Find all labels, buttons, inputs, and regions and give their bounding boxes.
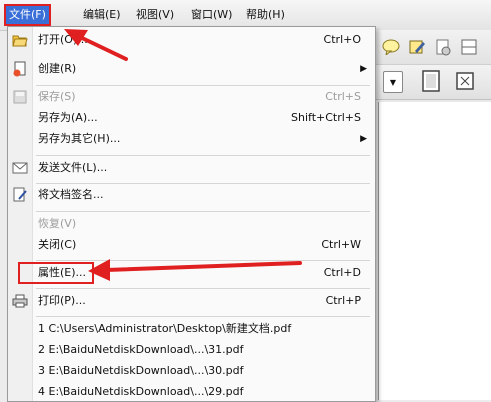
submenu-arrow-icon: ▶ [360,64,367,74]
menu-file[interactable]: 文件(F) [4,4,51,26]
toolbar-view: ▼ [375,65,491,100]
menu-item-sign-document[interactable]: 将文档签名... [8,185,375,205]
menu-item-save-as-other[interactable]: 另存为其它(H)... ▶ [8,129,375,149]
save-icon [12,89,28,105]
menu-item-print[interactable]: 打印(P)... Ctrl+P [8,291,375,311]
menu-separator [36,155,370,156]
fit-page-icon[interactable] [455,71,475,91]
sign-document-icon [12,187,28,203]
create-icon [12,61,28,77]
stamp-icon[interactable] [433,37,453,57]
toolbar-annotations [375,30,491,65]
print-icon [12,293,28,309]
single-page-icon[interactable] [421,70,441,92]
menu-item-revert[interactable]: 恢复(V) [8,214,375,234]
page-layout-icon[interactable] [459,37,479,57]
menu-window[interactable]: 窗口(W) [188,6,235,24]
menu-separator [36,288,370,289]
menu-separator [36,260,370,261]
menu-help[interactable]: 帮助(H) [243,6,288,24]
submenu-arrow-icon: ▶ [360,134,367,144]
menu-item-recent-3[interactable]: 3 E:\BaiduNetdiskDownload\...\30.pdf [8,361,375,381]
menu-item-save[interactable]: 保存(S) Ctrl+S [8,87,375,107]
open-folder-icon [12,32,28,48]
menu-item-open[interactable]: 打开(O)... Ctrl+O [8,30,375,50]
zoom-dropdown-button[interactable]: ▼ [383,71,403,93]
properties-highlight-box [18,262,94,284]
menu-item-recent-4[interactable]: 4 E:\BaiduNetdiskDownload\...\29.pdf [8,382,375,402]
comment-icon[interactable] [381,37,401,57]
menu-item-send-file[interactable]: 发送文件(L)... [8,158,375,178]
chevron-down-icon: ▼ [389,77,397,87]
menu-edit[interactable]: 编辑(E) [80,6,124,24]
file-menu-dropdown: 打开(O)... Ctrl+O 创建(R) ▶ 保存(S) Ctrl+S 另存为… [7,26,376,402]
menu-item-close[interactable]: 关闭(C) Ctrl+W [8,235,375,255]
menu-separator [36,211,370,212]
menu-separator [36,85,370,86]
document-area[interactable] [378,102,491,400]
menu-separator [36,183,370,184]
menu-item-recent-2[interactable]: 2 E:\BaiduNetdiskDownload\...\31.pdf [8,340,375,360]
highlight-pen-icon[interactable] [407,37,427,57]
menu-item-recent-1[interactable]: 1 C:\Users\Administrator\Desktop\新建文档.pd… [8,319,375,339]
email-icon [12,160,28,176]
menu-view[interactable]: 视图(V) [133,6,177,24]
menu-item-save-as[interactable]: 另存为(A)... Shift+Ctrl+S [8,108,375,128]
menu-item-create[interactable]: 创建(R) ▶ [8,59,375,79]
menu-separator [36,316,370,317]
